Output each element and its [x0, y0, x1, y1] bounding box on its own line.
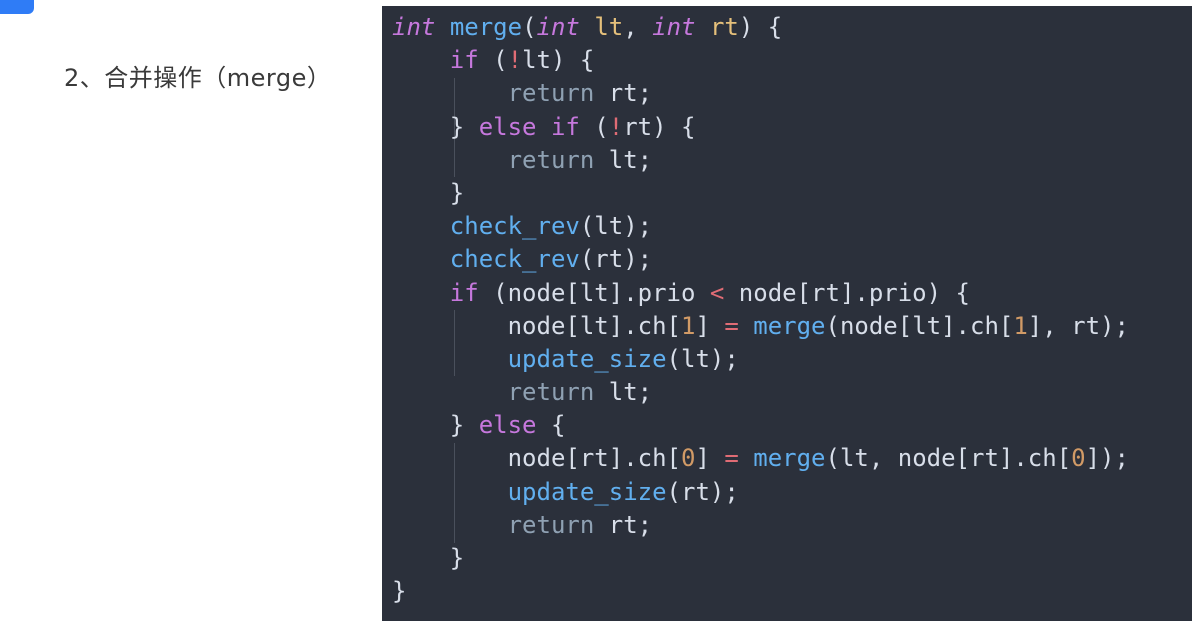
- code-token: ]: [695, 311, 725, 340]
- code-token: ], rt);: [1027, 311, 1129, 340]
- code-line: if (node[lt].prio < node[rt].prio) {: [392, 277, 1129, 310]
- code-block: int merge(int lt, int rt) { if (!lt) { r…: [382, 6, 1192, 621]
- code-token: else: [478, 112, 537, 141]
- code-token: }: [392, 112, 479, 141]
- code-token: rt;: [594, 79, 653, 108]
- code-token: }: [392, 411, 479, 440]
- code-token: (lt);: [666, 344, 739, 373]
- code-line: }: [392, 542, 1129, 575]
- code-token: lt;: [594, 378, 653, 407]
- code-token: rt: [709, 13, 739, 41]
- code-line: check_rev(lt);: [392, 210, 1129, 243]
- code-token: 1: [1013, 311, 1028, 340]
- code-token: ]);: [1085, 444, 1129, 473]
- code-token: }: [392, 577, 407, 606]
- code-token: (lt);: [579, 212, 653, 241]
- code-token: (node[lt].ch[: [825, 311, 1014, 340]
- section-heading: 2、合并操作（merge）: [64, 64, 332, 92]
- code-token: !: [507, 46, 523, 75]
- code-token: int: [652, 13, 696, 41]
- code-token: merge: [449, 13, 523, 41]
- code-token: node[rt].ch[: [392, 444, 681, 473]
- code-token: check_rev: [449, 212, 580, 241]
- code-token: int: [392, 13, 436, 41]
- code-token: lt) {: [522, 46, 595, 75]
- code-token: !: [608, 112, 624, 141]
- code-line: return lt;: [392, 144, 1129, 177]
- code-token: ) {: [738, 13, 783, 41]
- code-token: (lt, node[rt].ch[: [825, 444, 1072, 473]
- code-token: (rt);: [666, 477, 739, 506]
- code-line: }: [392, 575, 1129, 608]
- code-line: } else {: [392, 409, 1129, 442]
- code-token: <: [709, 278, 725, 307]
- code-token: else: [478, 411, 537, 440]
- code-token: if: [449, 278, 479, 307]
- code-token: (rt);: [579, 245, 653, 274]
- code-line: check_rev(rt);: [392, 243, 1129, 276]
- code-line: update_size(lt);: [392, 343, 1129, 376]
- code-token: merge: [753, 444, 826, 473]
- code-token: (: [579, 112, 609, 141]
- code-token: lt: [594, 13, 624, 41]
- code-token: rt) {: [623, 112, 696, 141]
- code-line: node[rt].ch[0] = merge(lt, node[rt].ch[0…: [392, 442, 1129, 475]
- code-token: lt;: [594, 145, 653, 174]
- code-token: (node[lt].prio: [478, 278, 710, 307]
- code-token: rt;: [594, 510, 653, 539]
- code-line: return rt;: [392, 77, 1129, 110]
- code-token: update_size: [507, 344, 667, 373]
- code-token: }: [392, 544, 465, 572]
- code-token: }: [392, 178, 465, 207]
- code-token: int: [536, 13, 580, 41]
- code-token: return: [507, 145, 595, 174]
- code-text: int merge(int lt, int rt) { if (!lt) { r…: [392, 11, 1129, 608]
- code-token: (: [478, 46, 508, 75]
- code-line: update_size(rt);: [392, 476, 1129, 509]
- code-token: return: [507, 79, 595, 108]
- code-token: check_rev: [449, 245, 580, 274]
- code-line: int merge(int lt, int rt) {: [392, 11, 1129, 44]
- code-token: ,: [623, 13, 653, 41]
- code-token: return: [507, 378, 595, 407]
- code-token: if: [550, 112, 580, 141]
- code-line: node[lt].ch[1] = merge(node[lt].ch[1], r…: [392, 310, 1129, 343]
- code-token: 0: [680, 444, 696, 473]
- code-line: if (!lt) {: [392, 44, 1129, 77]
- code-line: }: [392, 177, 1129, 210]
- code-token: ]: [695, 444, 725, 473]
- code-token: 0: [1071, 444, 1086, 473]
- code-line: } else if (!rt) {: [392, 111, 1129, 144]
- code-token: node[lt].ch[: [392, 311, 681, 340]
- code-token: return: [507, 510, 595, 539]
- code-token: =: [724, 444, 739, 473]
- code-token: merge: [753, 311, 826, 340]
- code-token: {: [536, 411, 566, 440]
- code-line: return rt;: [392, 509, 1129, 542]
- code-line: return lt;: [392, 376, 1129, 409]
- code-token: node[rt].prio) {: [724, 278, 970, 307]
- code-token: if: [449, 46, 479, 75]
- code-token: 1: [680, 311, 696, 340]
- code-token: (: [522, 13, 537, 41]
- code-token: update_size: [507, 477, 667, 506]
- code-token: =: [724, 311, 739, 340]
- corner-tab: [0, 0, 34, 14]
